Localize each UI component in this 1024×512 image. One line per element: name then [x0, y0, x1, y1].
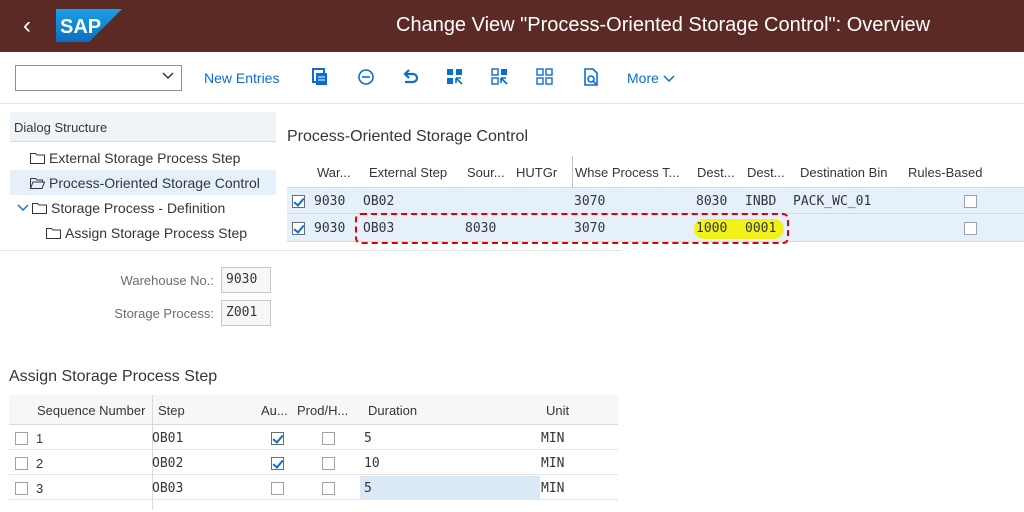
dialog-item-external-storage-process-step[interactable]: External Storage Process Step: [30, 145, 276, 170]
dialog-structure-panel: Dialog Structure External Storage Proces…: [10, 112, 276, 242]
table-row[interactable]: [9, 450, 618, 475]
whse-process-type-cell[interactable]: 3070: [574, 194, 605, 209]
warehouse-field[interactable]: 9030: [221, 267, 271, 293]
auto-checkbox[interactable]: [271, 482, 284, 495]
column-header[interactable]: War...: [317, 165, 350, 180]
storage-process-field[interactable]: Z001: [221, 300, 271, 326]
dialog-item-assign-storage-process-step[interactable]: Assign Storage Process Step: [46, 220, 276, 245]
warehouse-cell[interactable]: 9030: [314, 221, 345, 236]
dialog-structure-header: Dialog Structure: [10, 112, 276, 142]
prod-hu-checkbox[interactable]: [322, 482, 335, 495]
column-header[interactable]: Prod/H...: [297, 403, 348, 418]
column-header[interactable]: Dest...: [697, 165, 735, 180]
dialog-item-label: Process-Oriented Storage Control: [49, 174, 260, 191]
unit-cell[interactable]: MIN: [541, 481, 564, 496]
step-cell[interactable]: OB03: [152, 481, 183, 496]
unit-cell[interactable]: MIN: [541, 431, 564, 446]
destination-bin-cell[interactable]: PACK_WC_01: [793, 194, 871, 209]
table-row[interactable]: [287, 188, 1024, 214]
row-select-checkbox[interactable]: [292, 222, 305, 235]
dialog-item-label: Storage Process - Definition: [51, 199, 226, 216]
column-header[interactable]: HUTGr: [516, 165, 557, 180]
duration-cell[interactable]: 10: [364, 456, 380, 471]
row-select-checkbox[interactable]: [15, 432, 28, 445]
column-header[interactable]: Step: [158, 403, 185, 418]
section-title: Process-Oriented Storage Control: [287, 128, 528, 145]
page-title: Change View "Process-Oriented Storage Co…: [396, 14, 931, 36]
row-select-checkbox[interactable]: [15, 457, 28, 470]
storage-process-label: Storage Process:: [114, 306, 214, 321]
new-entries-button[interactable]: New Entries: [204, 70, 279, 86]
column-divider: [572, 156, 573, 188]
chevron-down-icon: [663, 75, 675, 83]
annotation-dashed-box: [355, 213, 789, 244]
table-row[interactable]: [9, 425, 618, 450]
select-block-icon[interactable]: [490, 67, 510, 87]
prod-hu-checkbox[interactable]: [322, 432, 335, 445]
step-cell[interactable]: OB01: [152, 431, 183, 446]
deselect-all-icon[interactable]: [535, 67, 555, 87]
column-header[interactable]: Rules-Based: [908, 165, 982, 180]
sequence-cell: 1: [36, 431, 44, 446]
open-folder-icon: [30, 177, 45, 189]
step-cell[interactable]: OB02: [152, 456, 183, 471]
details-icon[interactable]: [581, 67, 601, 87]
column-header[interactable]: External Step: [369, 165, 447, 180]
toolbar: New Entries More: [0, 52, 1024, 104]
unit-cell[interactable]: MIN: [541, 456, 564, 471]
svg-text:SAP: SAP: [60, 16, 101, 38]
select-all-icon[interactable]: [445, 67, 465, 87]
dialog-item-process-oriented-storage-control[interactable]: Process-Oriented Storage Control: [10, 170, 276, 195]
duration-cell[interactable]: 5: [364, 481, 372, 496]
duration-input-active[interactable]: [360, 476, 540, 499]
folder-icon: [32, 202, 47, 214]
delete-icon[interactable]: [356, 67, 376, 87]
assign-step-table: Sequence Number Step Au... Prod/H... Dur…: [9, 395, 618, 510]
undo-icon[interactable]: [400, 67, 420, 87]
rules-based-checkbox[interactable]: [964, 195, 977, 208]
row-select-checkbox[interactable]: [292, 195, 305, 208]
dialog-item-storage-process-definition[interactable]: Storage Process - Definition: [16, 195, 276, 220]
duration-cell[interactable]: 5: [364, 431, 372, 446]
sap-logo[interactable]: SAP: [56, 9, 122, 42]
column-header[interactable]: Unit: [546, 403, 569, 418]
column-header[interactable]: Whse Process T...: [575, 165, 680, 180]
more-button[interactable]: More: [627, 70, 675, 86]
sequence-cell: 2: [36, 456, 44, 471]
copy-icon[interactable]: [310, 67, 330, 87]
warehouse-label: Warehouse No.:: [120, 273, 214, 288]
shell-bar: ‹ SAP Change View "Process-Oriented Stor…: [0, 0, 1024, 52]
external-step-cell[interactable]: OB02: [363, 194, 394, 209]
sequence-cell: 3: [36, 481, 44, 496]
variant-select[interactable]: [15, 65, 182, 91]
row-select-checkbox[interactable]: [15, 482, 28, 495]
rules-based-checkbox[interactable]: [964, 222, 977, 235]
warehouse-cell[interactable]: 9030: [314, 194, 345, 209]
back-icon[interactable]: ‹: [14, 12, 40, 40]
column-header[interactable]: Au...: [261, 403, 288, 418]
column-header[interactable]: Duration: [368, 403, 417, 418]
assign-section-title: Assign Storage Process Step: [9, 368, 218, 385]
folder-icon: [30, 152, 45, 164]
dialog-item-label: External Storage Process Step: [49, 149, 241, 166]
prod-hu-checkbox[interactable]: [322, 457, 335, 470]
dest-storage-type-cell[interactable]: 8030: [696, 194, 727, 209]
folder-icon: [46, 227, 61, 239]
dialog-item-label: Assign Storage Process Step: [65, 224, 248, 241]
column-header[interactable]: Destination Bin: [800, 165, 887, 180]
dest-storage-section-cell[interactable]: INBD: [745, 194, 776, 209]
auto-checkbox[interactable]: [271, 432, 284, 445]
chevron-down-icon: [162, 72, 174, 80]
chevron-down-icon: [17, 204, 29, 211]
column-header[interactable]: Sequence Number: [37, 403, 145, 418]
more-label: More: [627, 70, 659, 86]
column-header[interactable]: Sour...: [467, 165, 505, 180]
column-header[interactable]: Dest...: [747, 165, 785, 180]
auto-checkbox[interactable]: [271, 457, 284, 470]
